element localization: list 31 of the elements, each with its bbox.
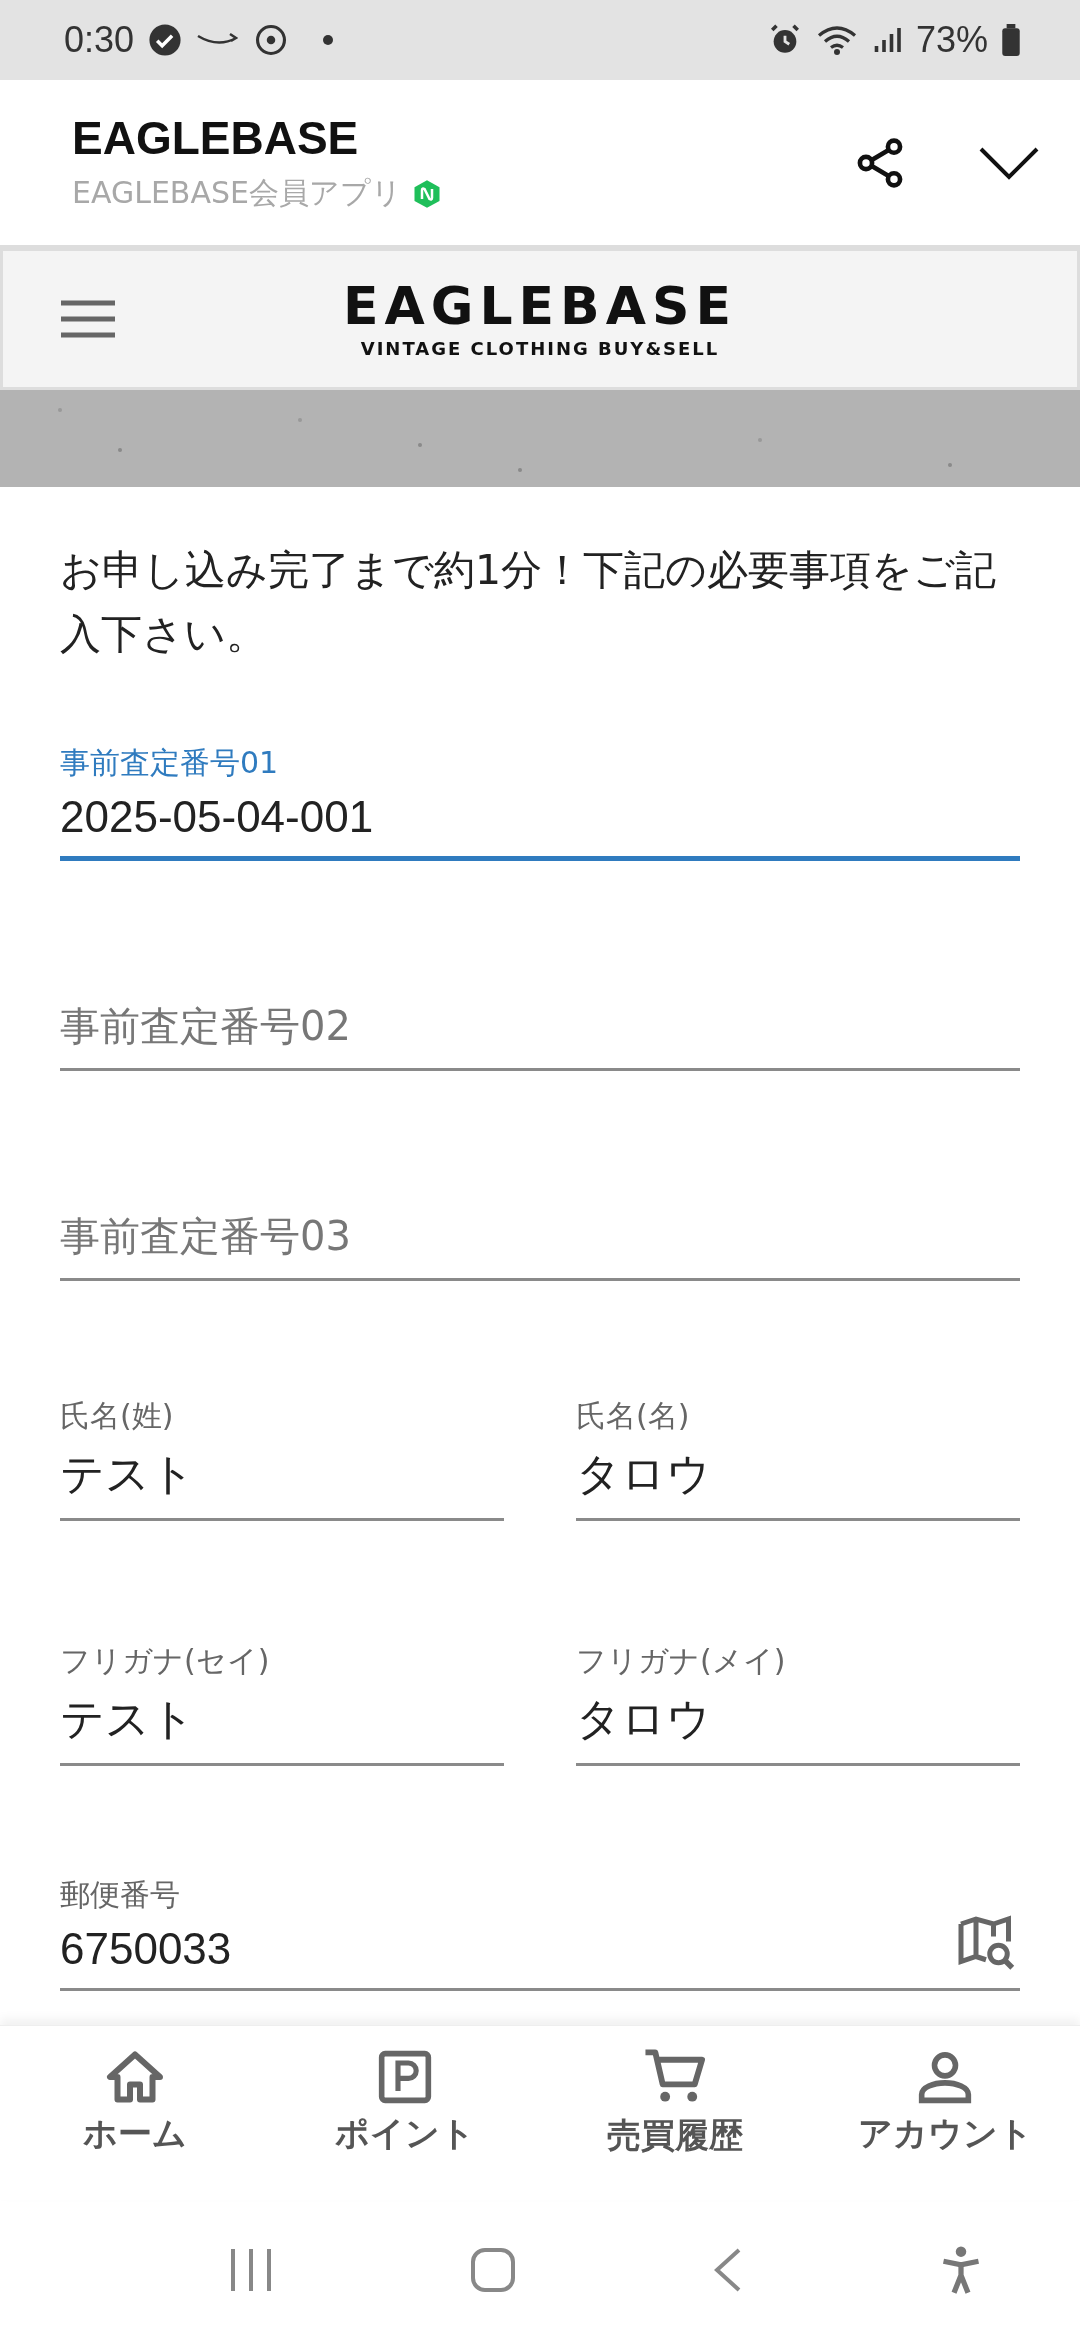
wifi-icon	[815, 23, 858, 57]
input-field[interactable]: 氏名(名) タロウ	[576, 1396, 1020, 1522]
menu-icon[interactable]	[61, 299, 115, 339]
app-subtitle: EAGLEBASE会員アプリ	[72, 174, 402, 212]
back-icon[interactable]	[712, 2247, 743, 2293]
nav-tab[interactable]: ポイント	[270, 2006, 540, 2200]
input-field[interactable]: フリガナ(メイ) タロウ	[576, 1641, 1020, 1767]
sync-icon	[254, 23, 289, 57]
status-time: 0:30	[64, 19, 135, 61]
input-field[interactable]: 事前査定番号01 2025-05-04-001	[60, 743, 1020, 862]
person-icon	[917, 2049, 973, 2105]
nav-tab[interactable]: 売買履歴	[540, 2006, 810, 2200]
input-field[interactable]: フリガナ(セイ) テスト	[60, 1641, 504, 1767]
site-logo[interactable]: EAGLEBASE	[343, 279, 737, 332]
home-icon	[105, 2049, 165, 2105]
site-tagline: VINTAGE CLOTHING BUY&SELL	[360, 337, 720, 359]
input-field[interactable]: 事前査定番号02	[60, 999, 1020, 1072]
check-circle-icon	[148, 23, 183, 57]
home-button-icon[interactable]	[469, 2247, 516, 2293]
input-field[interactable]: 事前査定番号03	[60, 1209, 1020, 1282]
parking-icon	[377, 2049, 433, 2105]
dot-icon	[322, 34, 335, 46]
nav-tab[interactable]: アカウント	[810, 2006, 1080, 2200]
nav-tab[interactable]: ホーム	[0, 2006, 270, 2200]
intro-text: お申し込み完了まで約1分！下記の必要事項をご記入下さい。	[60, 545, 998, 660]
app-title: EAGLEBASE	[72, 111, 360, 165]
input-field[interactable]: 郵便番号 6750033	[60, 1875, 1020, 1992]
battery-percent: 73%	[915, 19, 988, 61]
input-field[interactable]: 氏名(姓) テスト	[60, 1396, 504, 1522]
battery-icon	[1002, 24, 1020, 56]
recent-apps-icon[interactable]	[228, 2247, 273, 2293]
